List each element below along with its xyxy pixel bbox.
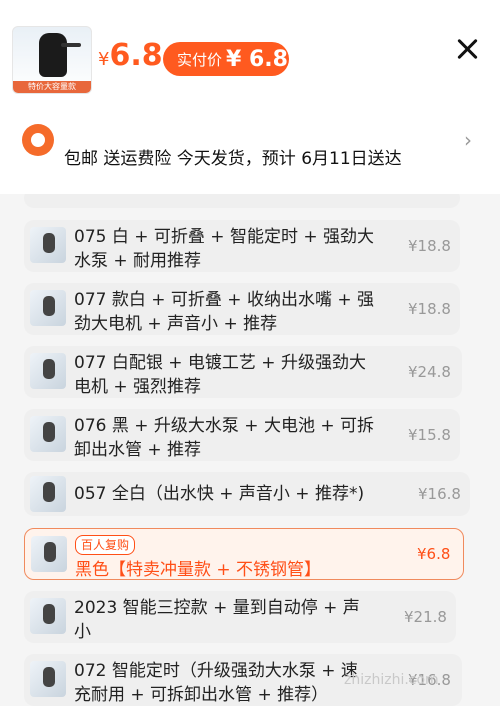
sku-option-name: 077 白配银 + 电镀工艺 + 升级强劲大电机 + 强烈推荐	[74, 353, 366, 397]
sku-option-name: 075 白 + 可折叠 + 智能定时 + 强劲大水泵 + 耐用推荐	[74, 227, 375, 271]
thumbnail-caption-strip: 特价大容量款	[13, 81, 91, 93]
chevron-right-icon[interactable]: ›	[464, 128, 472, 152]
sku-option-image	[30, 353, 66, 389]
sku-option-name: 072 智能定时（升级强劲大水泵 + 速充耐用 + 可拆卸出水管 + 推荐）	[74, 661, 358, 705]
sku-option-name: 077 款白 + 可折叠 + 收纳出水嘴 + 强劲大电机 + 声音小 + 推荐	[74, 290, 375, 334]
sku-option-name-text: 黑色【特卖冲量款 + 不锈钢管】	[75, 560, 322, 580]
pay-label: 实付价	[177, 50, 223, 69]
sku-option-name: 057 全白（出水快 + 声音小 + 推荐*)	[74, 484, 365, 504]
product-thumbnail[interactable]: 特价大容量款	[12, 26, 92, 94]
sku-option[interactable]: 075 白 + 可折叠 + 智能定时 + 强劲大水泵 + 耐用推荐 ¥18.8	[24, 220, 460, 272]
sku-option-price: ¥24.8	[408, 363, 451, 381]
sku-option-price: ¥21.8	[404, 608, 447, 626]
selected-price: ¥6.8	[98, 38, 163, 73]
sku-option-price: ¥18.8	[408, 300, 451, 318]
sku-option-image	[30, 416, 66, 452]
sku-option-price: ¥18.8	[408, 237, 451, 255]
sku-option-partial[interactable]	[24, 194, 460, 208]
sku-option-image	[30, 598, 66, 634]
close-icon[interactable]	[452, 34, 482, 64]
sku-option-price: ¥16.8	[418, 485, 461, 503]
sku-option-image	[30, 661, 66, 697]
sku-option-price: ¥6.8	[417, 545, 451, 563]
sku-option-selected[interactable]: 百人复购黑色【特卖冲量款 + 不锈钢管】 ¥6.8	[24, 528, 464, 580]
sku-option-name: 076 黑 + 升级大水泵 + 大电池 + 可拆卸出水管 + 推荐	[74, 416, 375, 460]
sku-option-list[interactable]: 075 白 + 可折叠 + 智能定时 + 强劲大水泵 + 耐用推荐 ¥18.8 …	[0, 194, 500, 706]
sku-option-image	[31, 536, 67, 572]
sku-option-name: 百人复购黑色【特卖冲量款 + 不锈钢管】	[75, 534, 385, 582]
repurchase-badge: 百人复购	[75, 535, 136, 555]
thumbnail-caption: 特价大容量款	[28, 82, 76, 91]
sku-option[interactable]: 057 全白（出水快 + 声音小 + 推荐*) ¥16.8	[24, 472, 470, 516]
sku-option-image	[30, 476, 66, 512]
pay-value: ¥ 6.8	[226, 46, 288, 72]
sku-header: 特价大容量款 ¥6.8 实付价 ¥ 6.8 包邮 送运费险 今天发货，预计 6月…	[0, 0, 500, 194]
actual-pay-badge: 实付价 ¥ 6.8	[163, 42, 289, 76]
sku-option-image	[30, 227, 66, 263]
pump-spout-graphic	[61, 43, 81, 47]
sku-option[interactable]: 077 白配银 + 电镀工艺 + 升级强劲大电机 + 强烈推荐 ¥24.8	[24, 346, 462, 398]
sku-option-image	[30, 290, 66, 326]
sku-option[interactable]: 076 黑 + 升级大水泵 + 大电池 + 可拆卸出水管 + 推荐 ¥15.8	[24, 409, 460, 461]
sku-option[interactable]: 077 款白 + 可折叠 + 收纳出水嘴 + 强劲大电机 + 声音小 + 推荐 …	[24, 283, 460, 335]
price-currency: ¥	[98, 49, 110, 70]
shipping-logo-icon	[22, 124, 54, 156]
watermark: zhizhizhi.com	[344, 672, 439, 688]
sku-option-name: 2023 智能三控款 + 量到自动停 + 声小	[74, 598, 360, 642]
sku-option[interactable]: 2023 智能三控款 + 量到自动停 + 声小 ¥21.8	[24, 591, 456, 643]
shipping-info[interactable]: 包邮 送运费险 今天发货，预计 6月11日送达	[64, 144, 402, 169]
price-value: 6.8	[109, 38, 163, 73]
pump-bottle-graphic	[39, 33, 67, 77]
sku-option-price: ¥15.8	[408, 426, 451, 444]
